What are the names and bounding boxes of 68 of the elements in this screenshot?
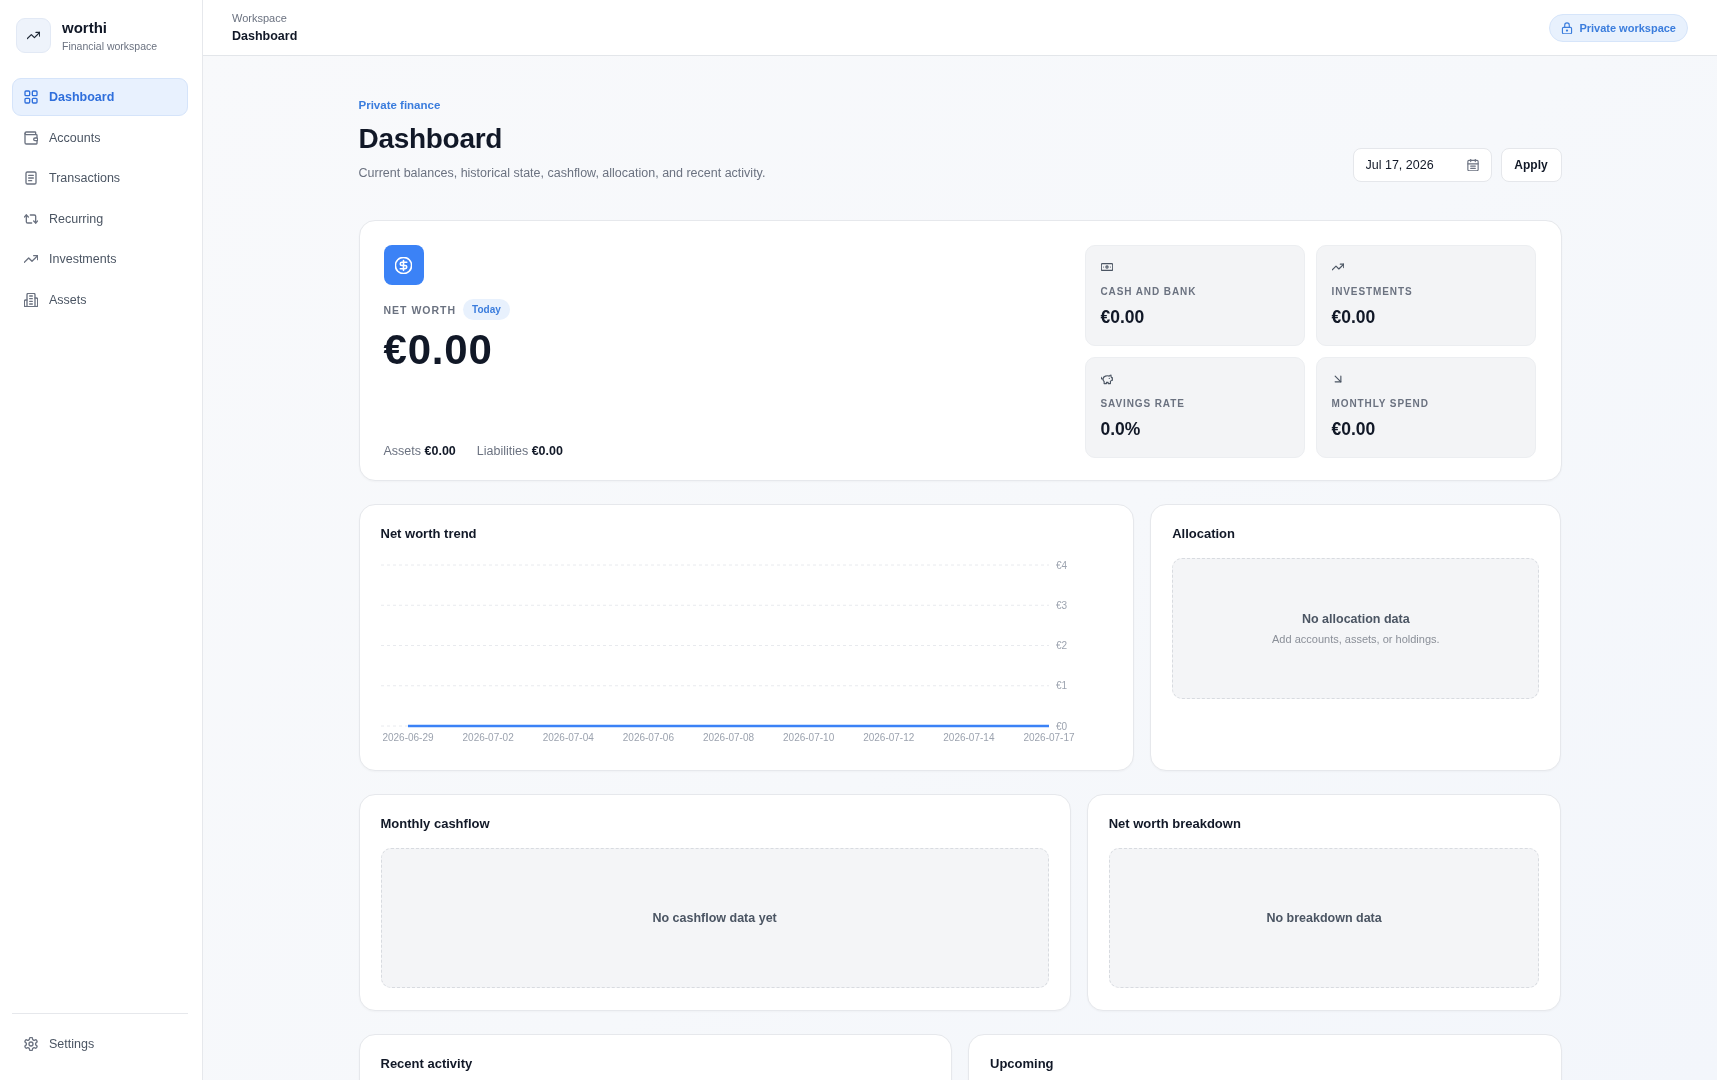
nav-item[interactable]: Dashboard [12, 78, 188, 116]
settings-icon [24, 1037, 38, 1051]
calendar-icon [1466, 159, 1479, 171]
trend-line-icon [16, 18, 51, 53]
y-axis-label: €1 [1055, 680, 1067, 692]
empty-message: No cashflow data yet [652, 911, 777, 925]
y-axis-label: €2 [1055, 640, 1067, 651]
section-label: Private finance [358, 99, 441, 111]
x-axis-label: 2026-07-12 [862, 732, 914, 743]
breadcrumb-current: Dashboard [232, 29, 298, 43]
total-figure: Assets €0.00 [383, 444, 456, 458]
nav-item[interactable]: Transactions [12, 159, 188, 197]
period-badge: Today [463, 299, 510, 320]
x-axis-label: 2026-07-10 [782, 732, 834, 743]
panel-title: Allocation [1172, 526, 1235, 542]
net-worth-value: €0.00 [383, 326, 493, 374]
grid-icon [24, 90, 38, 104]
stat-value: €0.00 [1331, 419, 1376, 440]
banknote-icon [1100, 261, 1113, 273]
nav-item[interactable]: Accounts [12, 118, 188, 157]
page-description: Current balances, historical state, cashflow, allocation, and recent activity. [358, 166, 766, 180]
date-field[interactable]: Jul 17, 2026 [1352, 148, 1492, 182]
empty-title: No allocation data [1302, 612, 1410, 626]
building-icon [24, 292, 38, 307]
empty-message: No breakdown data [1266, 911, 1382, 925]
dollar-icon [383, 245, 424, 285]
panel-title: Upcoming [990, 1056, 1054, 1072]
wallet-icon [24, 130, 38, 145]
y-axis-label: €4 [1055, 559, 1067, 571]
nav-item[interactable]: Assets [12, 280, 188, 319]
panel-title: Net worth breakdown [1108, 816, 1241, 832]
document-icon [24, 171, 38, 185]
trend-up-icon [24, 252, 38, 266]
app-name: worthi [62, 19, 107, 36]
trend-up-icon [1331, 261, 1344, 273]
x-axis-label: 2026-07-17 [1022, 732, 1075, 743]
stat-value: €0.00 [1331, 307, 1376, 328]
panel-title: Recent activity [380, 1056, 473, 1072]
empty-hint: Add accounts, assets, or holdings. [1272, 633, 1440, 645]
stat-value: 0.0% [1100, 419, 1141, 440]
stat-value: €0.00 [1100, 307, 1145, 328]
total-figure: Liabilities €0.00 [476, 444, 563, 458]
panel-title: Monthly cashflow [380, 816, 490, 832]
x-axis-label: 2026-06-29 [381, 732, 434, 743]
nav-item[interactable]: Recurring [12, 199, 188, 238]
page-title: Dashboard [358, 122, 503, 156]
app-subtitle: Financial workspace [62, 40, 158, 52]
stat-label: MONTHLY SPEND [1331, 398, 1429, 409]
y-axis-label: €3 [1055, 599, 1067, 611]
stat-label: INVESTMENTS [1331, 286, 1413, 297]
nav-item[interactable]: Settings [12, 1025, 188, 1063]
stat-label: CASH AND BANK [1100, 286, 1197, 297]
piggy-bank-icon [1100, 373, 1113, 385]
x-axis-label: 2026-07-06 [622, 732, 674, 743]
net-worth-label: NET WORTH [383, 303, 457, 316]
stat-label: SAVINGS RATE [1100, 398, 1185, 409]
x-axis-label: 2026-07-02 [462, 732, 514, 743]
lock-icon [1561, 21, 1574, 34]
y-axis-label: €0 [1055, 720, 1067, 732]
repeat-icon [24, 211, 38, 226]
panel-title: Net worth trend [380, 526, 477, 542]
apply-button[interactable]: Apply [1500, 148, 1562, 182]
x-axis-label: 2026-07-14 [942, 732, 994, 743]
x-axis-label: 2026-07-04 [542, 732, 594, 743]
workspace-button[interactable]: Private workspace [1549, 13, 1688, 42]
breadcrumb-parent: Workspace [232, 12, 287, 24]
x-axis-label: 2026-07-08 [702, 732, 754, 743]
nav-item[interactable]: Investments [12, 240, 188, 278]
